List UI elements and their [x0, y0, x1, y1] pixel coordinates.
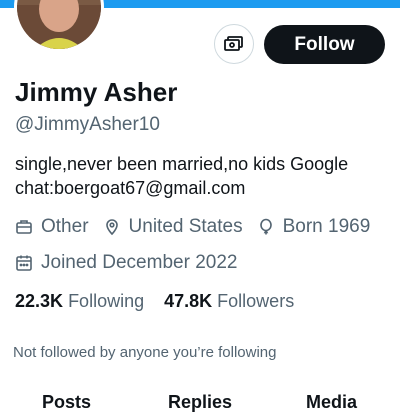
followers-label: Followers [217, 291, 295, 311]
avatar-image [17, 0, 101, 49]
money-icon [223, 31, 245, 58]
profile-meta-row: Other United States Born 1969 [15, 216, 384, 238]
profile-name: Jimmy Asher [15, 77, 178, 107]
briefcase-icon [16, 220, 32, 234]
joined-label: Joined December 2022 [41, 252, 238, 273]
tip-jar-button[interactable] [214, 24, 254, 64]
follow-stats: 22.3K Following 47.8K Followers [15, 291, 314, 312]
birth-label: Born 1969 [282, 216, 371, 237]
profile-handle: @JimmyAsher10 [15, 114, 160, 135]
follow-button[interactable]: Follow [264, 25, 385, 64]
location-pin-icon [105, 219, 118, 236]
followers-stat[interactable]: 47.8K Followers [164, 291, 294, 312]
calendar-icon [16, 255, 32, 271]
birth-item: Born 1969 [257, 216, 371, 238]
tab-posts[interactable]: Posts [42, 392, 91, 413]
joined-row: Joined December 2022 [15, 252, 251, 274]
not-followed-notice: Not followed by anyone you’re following [13, 344, 277, 361]
following-stat[interactable]: 22.3K Following [15, 291, 144, 312]
category-label: Other [41, 216, 89, 237]
balloon-icon [259, 218, 272, 235]
profile-bio: single,never been married,no kids Google… [15, 154, 349, 198]
following-count: 22.3K [15, 291, 64, 311]
location-item: United States [103, 216, 243, 238]
avatar[interactable] [14, 0, 104, 52]
tab-replies[interactable]: Replies [168, 392, 232, 413]
profile-tabs: Posts Replies Media [0, 392, 400, 412]
joined-item: Joined December 2022 [15, 252, 237, 274]
following-label: Following [68, 291, 145, 311]
followers-count: 47.8K [164, 291, 213, 311]
location-label: United States [128, 216, 243, 237]
category-item: Other [15, 216, 89, 238]
tab-media[interactable]: Media [306, 392, 357, 413]
